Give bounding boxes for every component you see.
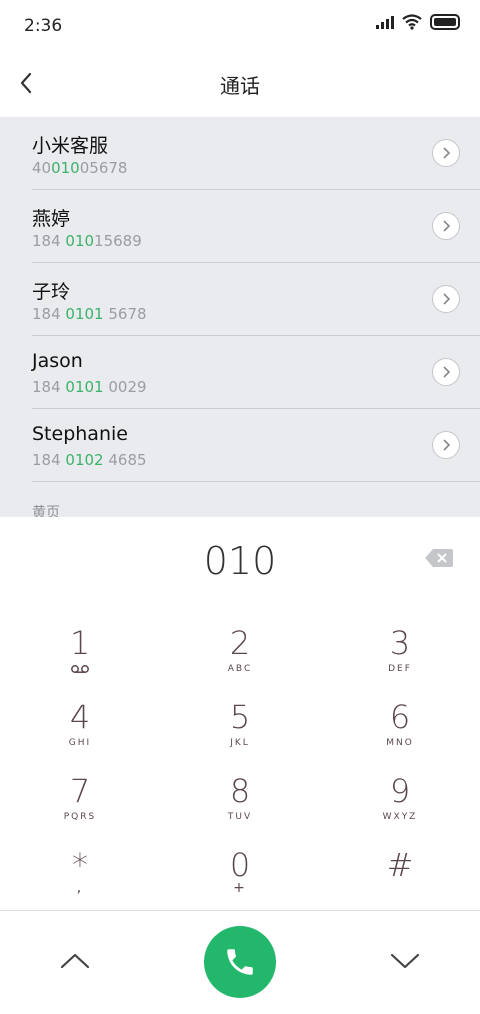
key-4[interactable]: 4 GHI [0, 688, 160, 762]
key-letters: GHI [68, 738, 92, 748]
dialed-number: 010 [203, 539, 277, 583]
key-2[interactable]: 2 ABC [160, 614, 320, 688]
key-digit: 0 [229, 846, 251, 884]
key-digit: 1 [69, 624, 91, 662]
contact-number: 184 0101 0029 [32, 378, 147, 396]
key-letters: PQRS [63, 812, 97, 822]
key-letters: TUV [227, 812, 253, 822]
key-digit: 9 [389, 772, 411, 810]
key-hash[interactable]: # [320, 836, 480, 910]
key-digit: 2 [229, 624, 251, 662]
key-letters: WXYZ [382, 812, 418, 822]
key-letters: ABC [227, 664, 253, 674]
title-bar: 通话 [0, 52, 480, 116]
section-header-yellow-pages: 黄页 [32, 505, 60, 517]
status-icons [376, 14, 460, 30]
phone-icon [227, 949, 253, 975]
key-digit: 7 [69, 772, 91, 810]
key-digit: 8 [229, 772, 251, 810]
wifi-icon [402, 14, 422, 30]
key-9[interactable]: 9 WXYZ [320, 762, 480, 836]
result-row[interactable]: Stephanie 184 0102 4685 [32, 409, 480, 482]
detail-arrow-icon[interactable] [432, 285, 460, 313]
key-3[interactable]: 3 DEF [320, 614, 480, 688]
detail-arrow-icon[interactable] [432, 431, 460, 459]
contact-name: 燕婷 [32, 208, 71, 230]
result-row[interactable]: Jason 184 0101 0029 [32, 336, 480, 409]
key-letters: DEF [388, 664, 412, 674]
key-0[interactable]: 0 + [160, 836, 320, 910]
bottom-bar [0, 910, 480, 1014]
key-1[interactable]: 1 [0, 614, 160, 688]
battery-icon [430, 14, 460, 30]
status-time: 2:36 [24, 16, 63, 36]
voicemail-icon [0, 664, 160, 677]
result-row[interactable]: 小米客服 4001005678 [32, 117, 480, 190]
key-digit: * [72, 846, 88, 884]
backspace-icon[interactable] [424, 547, 454, 569]
key-letters: , [76, 880, 84, 896]
key-5[interactable]: 5 JKL [160, 688, 320, 762]
contact-number: 184 0102 4685 [32, 451, 147, 469]
key-digit: 4 [69, 698, 91, 736]
key-8[interactable]: 8 TUV [160, 762, 320, 836]
dial-display: 010 [0, 517, 480, 615]
contact-name: Stephanie [32, 423, 128, 445]
search-results: 小米客服 4001005678 燕婷 184 01015689 子玲 184 0… [0, 117, 480, 517]
key-star[interactable]: * , [0, 836, 160, 910]
contact-number: 4001005678 [32, 159, 128, 177]
call-button[interactable] [204, 926, 276, 998]
key-letters: MNO [386, 738, 414, 748]
key-digit: 3 [389, 624, 411, 662]
chevron-down-icon[interactable] [388, 949, 422, 973]
contact-number: 184 01015689 [32, 232, 142, 250]
result-row[interactable]: 燕婷 184 01015689 [32, 190, 480, 263]
key-digit: 5 [229, 698, 251, 736]
detail-arrow-icon[interactable] [432, 212, 460, 240]
result-row[interactable]: 子玲 184 0101 5678 [32, 263, 480, 336]
status-bar: 2:36 [0, 0, 480, 52]
key-letters: + [233, 880, 247, 896]
key-7[interactable]: 7 PQRS [0, 762, 160, 836]
detail-arrow-icon[interactable] [432, 358, 460, 386]
contact-name: Jason [32, 350, 83, 372]
key-6[interactable]: 6 MNO [320, 688, 480, 762]
dial-keypad: 1 2 ABC 3 DEF 4 GHI 5 JKL 6 MNO 7 PQRS 8… [0, 614, 480, 910]
contact-number: 184 0101 5678 [32, 305, 147, 323]
contact-name: 小米客服 [32, 135, 109, 157]
signal-icon [376, 15, 394, 29]
key-digit: # [386, 846, 414, 884]
key-letters: JKL [230, 738, 250, 748]
detail-arrow-icon[interactable] [432, 139, 460, 167]
chevron-up-icon[interactable] [58, 949, 92, 973]
key-digit: 6 [389, 698, 411, 736]
page-title: 通话 [220, 74, 260, 98]
contact-name: 子玲 [32, 281, 71, 303]
